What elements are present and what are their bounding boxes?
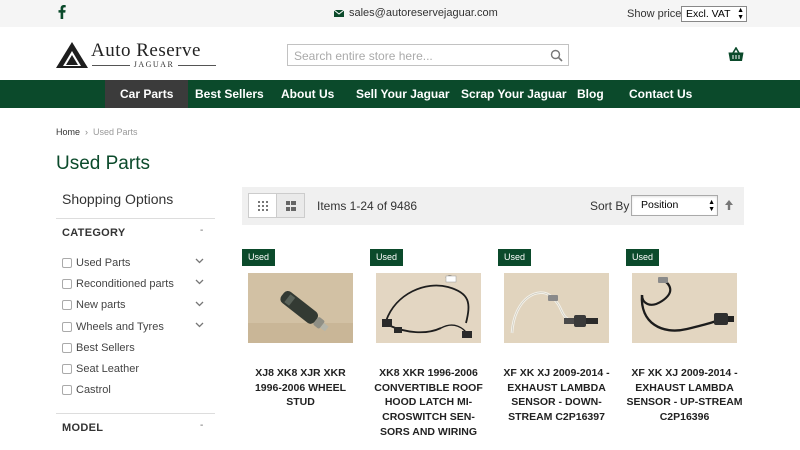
- used-badge: Used: [626, 249, 660, 266]
- category-item-seat-leather[interactable]: Seat Leather: [62, 358, 212, 379]
- category-label: Castrol: [76, 384, 111, 397]
- product-name[interactable]: XK8 XKR 1996-2006 CONVERTIBLE ROOF HOOD …: [370, 366, 487, 440]
- search-icon[interactable]: [550, 49, 563, 62]
- basket-icon[interactable]: [728, 47, 744, 62]
- grid-view-icon: [258, 201, 268, 211]
- logo-subtitle: JAGUAR: [92, 60, 216, 70]
- select-arrows-icon: ▲ ▼: [708, 199, 715, 213]
- product-name[interactable]: XF XK XJ 2009-2014 - EXHAUST LAMBDA SENS…: [498, 366, 615, 425]
- chevron-down-icon[interactable]: [195, 258, 204, 264]
- products-toolbar: Items 1-24 of 9486 Sort By Position ▲ ▼: [242, 187, 744, 225]
- product-name[interactable]: XJ8 XK8 XJR XKR 1996-2006 WHEEL STUD: [242, 366, 359, 410]
- nav-item-contact-us[interactable]: Contact Us: [614, 80, 707, 108]
- category-label: Used Parts: [76, 256, 131, 269]
- used-badge: Used: [242, 249, 276, 266]
- category-checkbox[interactable]: [62, 385, 72, 396]
- list-view-icon: [286, 201, 296, 211]
- items-count: Items 1-24 of 9486: [317, 199, 418, 213]
- logo-triangle-icon: [56, 42, 88, 68]
- category-item-wheels-and-tyres[interactable]: Wheels and Tyres: [62, 316, 212, 337]
- sort-by-label: Sort By: [590, 199, 630, 213]
- vat-selected-value: Excl. VAT: [686, 8, 731, 20]
- logo-sub-text: JAGUAR: [133, 60, 175, 69]
- category-checkbox[interactable]: [62, 364, 72, 375]
- collapse-icon[interactable]: -: [200, 420, 203, 431]
- category-checkbox[interactable]: [62, 278, 72, 289]
- category-checkbox[interactable]: [62, 342, 72, 353]
- email-text: sales@autoreservejaguar.com: [349, 7, 498, 19]
- site-logo[interactable]: Auto Reserve JAGUAR: [56, 40, 221, 70]
- category-label: Seat Leather: [76, 363, 139, 376]
- chevron-down-icon[interactable]: [195, 301, 204, 307]
- chevron-down-icon[interactable]: [195, 279, 204, 285]
- select-arrows-icon: ▲ ▼: [737, 7, 744, 21]
- search-box: [287, 44, 569, 66]
- category-item-used-parts[interactable]: Used Parts: [62, 252, 212, 273]
- category-checkbox[interactable]: [62, 321, 72, 332]
- grid-view-button[interactable]: [248, 193, 277, 218]
- contact-email[interactable]: sales@autoreservejaguar.com: [334, 7, 498, 19]
- shopping-options-title: Shopping Options: [62, 191, 174, 207]
- sort-selected-value: Position: [641, 199, 679, 211]
- nav-item-car-parts[interactable]: Car Parts: [105, 80, 189, 108]
- logo-main-text: Auto Reserve: [91, 40, 201, 61]
- category-filter-title[interactable]: CATEGORY: [62, 227, 126, 239]
- breadcrumb-home[interactable]: Home: [56, 127, 80, 137]
- facebook-icon[interactable]: [58, 5, 66, 19]
- page-title: Used Parts: [56, 153, 150, 174]
- product-image[interactable]: [504, 273, 609, 343]
- arrow-up-icon[interactable]: [725, 200, 733, 210]
- vat-select[interactable]: Excl. VAT ▲ ▼: [681, 6, 747, 22]
- breadcrumb: Home › Used Parts: [56, 127, 138, 137]
- model-filter-title[interactable]: MODEL: [62, 422, 103, 434]
- show-prices-label: Show prices: [627, 8, 687, 20]
- used-badge: Used: [370, 249, 404, 266]
- chevron-down-icon[interactable]: [195, 322, 204, 328]
- breadcrumb-separator-icon: ›: [85, 127, 89, 137]
- product-image[interactable]: [248, 273, 353, 343]
- product-image[interactable]: [632, 273, 737, 343]
- category-item-reconditioned-parts[interactable]: Reconditioned parts: [62, 273, 212, 294]
- nav-item-blog[interactable]: Blog: [562, 80, 619, 108]
- top-bar: sales@autoreservejaguar.com Show prices …: [0, 0, 800, 27]
- category-label: Reconditioned parts: [76, 277, 174, 290]
- sort-by-select[interactable]: Position ▲ ▼: [631, 195, 718, 216]
- category-item-new-parts[interactable]: New parts: [62, 295, 212, 316]
- list-view-button[interactable]: [276, 193, 305, 218]
- category-item-castrol[interactable]: Castrol: [62, 380, 212, 401]
- used-badge: Used: [498, 249, 532, 266]
- mail-icon: [334, 9, 344, 17]
- product-name[interactable]: XF XK XJ 2009-2014 - EXHAUST LAMBDA SENS…: [626, 366, 743, 425]
- category-checkbox[interactable]: [62, 300, 72, 311]
- sidebar-divider: [56, 413, 215, 414]
- search-input[interactable]: [294, 48, 534, 63]
- collapse-icon[interactable]: -: [200, 225, 203, 236]
- product-image[interactable]: [376, 273, 481, 343]
- category-list: Used Parts Reconditioned parts New parts…: [62, 252, 212, 401]
- category-label: Best Sellers: [76, 341, 135, 354]
- nav-item-best-sellers[interactable]: Best Sellers: [180, 80, 279, 108]
- nav-item-about-us[interactable]: About Us: [266, 80, 349, 108]
- main-nav: Car Parts Best Sellers About Us Sell You…: [0, 80, 800, 108]
- category-checkbox[interactable]: [62, 257, 72, 268]
- sidebar-divider: [56, 218, 215, 219]
- breadcrumb-current: Used Parts: [93, 127, 138, 137]
- category-item-best-sellers[interactable]: Best Sellers: [62, 337, 212, 358]
- category-label: Wheels and Tyres: [76, 320, 164, 333]
- category-label: New parts: [76, 299, 126, 312]
